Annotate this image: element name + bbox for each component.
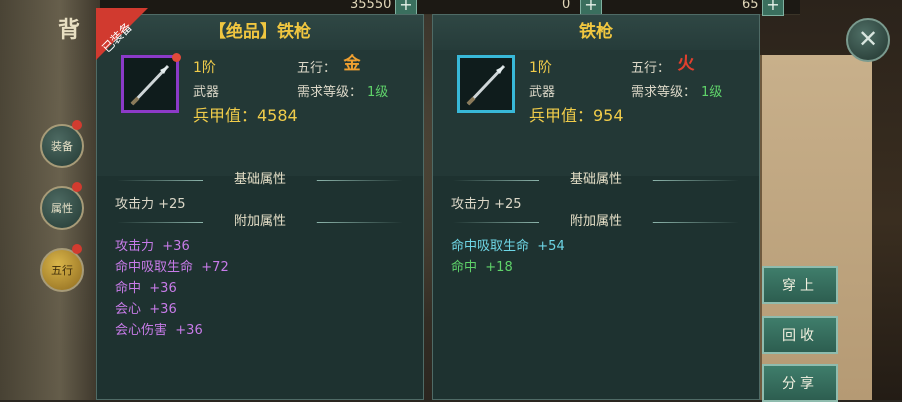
element-label: 五行： — [631, 61, 671, 76]
close-icon: ✕ — [857, 25, 879, 53]
spear-icon — [466, 64, 506, 106]
notification-dot — [72, 182, 82, 192]
base-attrs-header: 基础属性 — [117, 170, 403, 190]
item-stage: 1阶 — [193, 60, 216, 76]
side-tab-elements[interactable]: 五行 — [40, 248, 84, 292]
attr-value: +18 — [485, 260, 513, 275]
extra-attr: 命中吸取生命 +72 — [115, 256, 229, 275]
element-glyph: 金 — [343, 54, 361, 74]
level-req-value: 1级 — [367, 85, 389, 100]
extra-attrs-header: 附加属性 — [117, 212, 403, 232]
attr-value: +36 — [149, 281, 177, 296]
share-button[interactable]: 分享 — [762, 364, 838, 402]
extra-attr: 攻击力 +36 — [115, 235, 190, 254]
backpack-title-char: 背 — [58, 18, 81, 43]
section-title: 基础属性 — [569, 172, 622, 187]
base-attr: 攻击力 +25 — [115, 197, 186, 212]
attr-name: 会心伤害 — [115, 323, 168, 338]
notification-dot — [72, 244, 82, 254]
attr-value: +54 — [537, 239, 565, 254]
currency-value-b: 0 — [562, 0, 571, 12]
equip-button[interactable]: 穿上 — [762, 266, 838, 304]
base-attr: 攻击力 +25 — [451, 197, 522, 212]
extra-attr: 会心 +36 — [115, 298, 177, 317]
level-req-value: 1级 — [701, 85, 723, 100]
section-title: 基础属性 — [233, 172, 286, 187]
currency-value-c: 65 — [742, 0, 759, 12]
close-button[interactable]: ✕ — [846, 18, 890, 62]
extra-attr: 会心伤害 +36 — [115, 319, 203, 338]
attr-value: +36 — [162, 239, 190, 254]
item-power: 兵甲值：4584 — [193, 106, 298, 125]
level-req-label: 需求等级： — [297, 85, 363, 100]
share-button-label: 分享 — [782, 376, 818, 392]
side-tab-label: 属性 — [51, 202, 73, 215]
attr-name: 攻击力 — [115, 239, 155, 254]
item-stage: 1阶 — [529, 60, 552, 76]
item-slot[interactable] — [457, 55, 515, 113]
currency-value-a: 35550 — [350, 0, 392, 12]
base-attrs-header: 基础属性 — [453, 170, 739, 190]
spear-icon — [130, 64, 170, 106]
attr-value: +72 — [201, 260, 229, 275]
add-currency-c-button[interactable]: + — [762, 0, 784, 16]
section-title: 附加属性 — [233, 214, 286, 229]
side-tab-equipment[interactable]: 装备 — [40, 124, 84, 168]
side-tab-label: 五行 — [51, 264, 73, 277]
attr-name: 命中吸取生命 — [115, 260, 194, 275]
level-req-label: 需求等级： — [631, 85, 697, 100]
notification-dot — [72, 120, 82, 130]
compare-item-panel: 铁枪 1阶 武器 兵甲值：954 五行： 火 需求等级： 1级 基础属性 攻击力… — [432, 14, 760, 400]
currency-bar: 35550 + 0 + 65 + — [100, 0, 800, 16]
attr-name: 命中吸取生命 — [451, 239, 530, 254]
item-type: 武器 — [529, 85, 556, 100]
equip-button-label: 穿上 — [782, 278, 818, 294]
element-label: 五行： — [297, 61, 337, 76]
side-tab-label: 装备 — [51, 140, 73, 153]
side-tab-attributes[interactable]: 属性 — [40, 186, 84, 230]
quality-dot — [172, 53, 181, 62]
attr-name: 会心 — [115, 302, 142, 317]
extra-attr: 命中吸取生命 +54 — [451, 235, 565, 254]
attr-name: 命中 — [451, 260, 478, 275]
extra-attr: 命中 +18 — [451, 256, 513, 275]
attr-value: +36 — [175, 323, 203, 338]
item-power: 兵甲值：954 — [529, 106, 624, 125]
extra-attrs-header: 附加属性 — [453, 212, 739, 232]
attr-value: +36 — [149, 302, 177, 317]
equipped-item-panel: 【绝品】铁枪 1阶 武器 兵甲值：4584 五行： 金 需求等级： 1级 基础属… — [96, 14, 424, 400]
item-title: 铁枪 — [433, 15, 759, 51]
item-type: 武器 — [193, 85, 220, 100]
item-slot[interactable] — [121, 53, 181, 113]
element-glyph: 火 — [677, 54, 695, 74]
section-title: 附加属性 — [569, 214, 622, 229]
recycle-button-label: 回收 — [782, 328, 818, 344]
attr-name: 命中 — [115, 281, 142, 296]
extra-attr: 命中 +36 — [115, 277, 177, 296]
recycle-button[interactable]: 回收 — [762, 316, 838, 354]
